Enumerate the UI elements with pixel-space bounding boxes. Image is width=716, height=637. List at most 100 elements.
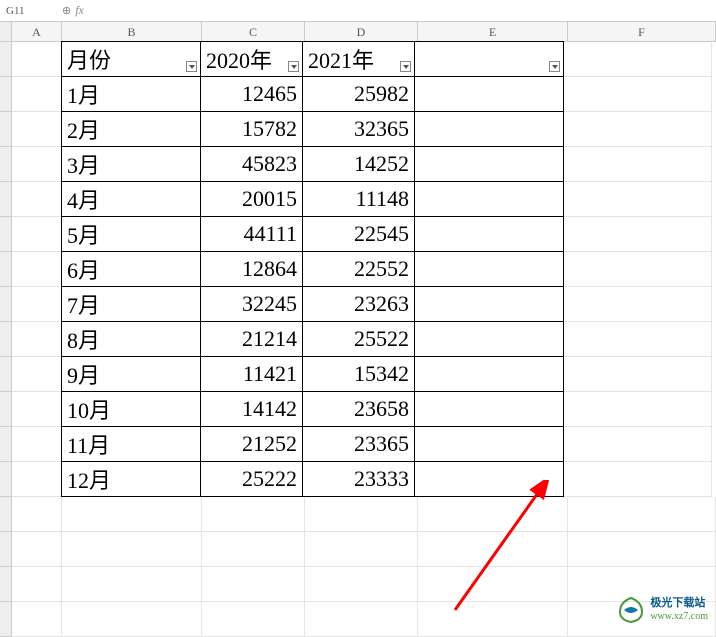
cell[interactable] <box>305 567 418 602</box>
cell-y2020[interactable]: 25222 <box>200 461 303 497</box>
cell-y2021[interactable]: 32365 <box>302 111 415 147</box>
fx-icon[interactable]: fx <box>75 3 84 18</box>
cell[interactable] <box>12 567 62 602</box>
cell[interactable] <box>12 182 62 217</box>
cell-empty[interactable] <box>414 181 564 217</box>
cell-month[interactable]: 11月 <box>61 426 201 462</box>
cell-y2020[interactable]: 11421 <box>200 356 303 392</box>
cell[interactable] <box>564 112 712 147</box>
cell[interactable] <box>62 567 202 602</box>
cell[interactable] <box>418 567 568 602</box>
cell[interactable] <box>12 462 62 497</box>
cell-y2021[interactable]: 23658 <box>302 391 415 427</box>
row-header[interactable] <box>0 427 12 462</box>
row-header[interactable] <box>0 497 12 532</box>
cell-month[interactable]: 10月 <box>61 391 201 427</box>
cell-month[interactable]: 5月 <box>61 216 201 252</box>
cell[interactable] <box>564 462 712 497</box>
row-header[interactable] <box>0 147 12 182</box>
cell[interactable] <box>62 497 202 532</box>
col-header-B[interactable]: B <box>62 22 202 42</box>
cell-month[interactable]: 1月 <box>61 76 201 112</box>
cell[interactable] <box>202 567 305 602</box>
row-header[interactable] <box>0 392 12 427</box>
cell-empty[interactable] <box>414 76 564 112</box>
cell[interactable] <box>12 427 62 462</box>
cell[interactable] <box>564 252 712 287</box>
cell[interactable] <box>12 322 62 357</box>
row-header[interactable] <box>0 112 12 147</box>
col-header-D[interactable]: D <box>305 22 418 42</box>
cell[interactable] <box>305 497 418 532</box>
cell-empty[interactable] <box>414 426 564 462</box>
cell-empty[interactable] <box>414 286 564 322</box>
cell[interactable] <box>202 497 305 532</box>
cell[interactable] <box>12 392 62 427</box>
cell-y2021[interactable]: 22545 <box>302 216 415 252</box>
cell[interactable] <box>418 497 568 532</box>
cell[interactable] <box>564 42 712 77</box>
header-month[interactable]: 月份 <box>61 41 201 77</box>
cell-y2020[interactable]: 15782 <box>200 111 303 147</box>
cell-y2021[interactable]: 11148 <box>302 181 415 217</box>
filter-dropdown-icon[interactable] <box>186 61 197 72</box>
row-header[interactable] <box>0 77 12 112</box>
cell[interactable] <box>568 497 716 532</box>
cell-y2020[interactable]: 32245 <box>200 286 303 322</box>
cell-month[interactable]: 3月 <box>61 146 201 182</box>
row-header[interactable] <box>0 252 12 287</box>
cell[interactable] <box>564 147 712 182</box>
cell-empty[interactable] <box>414 321 564 357</box>
cell[interactable] <box>564 77 712 112</box>
cell[interactable] <box>12 77 62 112</box>
cell-month[interactable]: 9月 <box>61 356 201 392</box>
cell-y2020[interactable]: 45823 <box>200 146 303 182</box>
col-header-F[interactable]: F <box>568 22 716 42</box>
cell[interactable] <box>564 287 712 322</box>
cell[interactable] <box>202 532 305 567</box>
cell-empty[interactable] <box>414 461 564 497</box>
col-header-C[interactable]: C <box>202 22 305 42</box>
cell-y2020[interactable]: 21252 <box>200 426 303 462</box>
cell-y2020[interactable]: 12465 <box>200 76 303 112</box>
cell[interactable] <box>564 217 712 252</box>
cell-empty[interactable] <box>414 251 564 287</box>
cell[interactable] <box>564 322 712 357</box>
cell[interactable] <box>12 252 62 287</box>
name-box[interactable]: G11 <box>2 5 62 17</box>
cell-empty[interactable] <box>414 391 564 427</box>
cell[interactable] <box>305 532 418 567</box>
row-header[interactable] <box>0 287 12 322</box>
cell-empty[interactable] <box>414 146 564 182</box>
filter-dropdown-icon[interactable] <box>400 61 411 72</box>
header-year2[interactable]: 2021年 <box>302 41 415 77</box>
cell[interactable] <box>12 112 62 147</box>
cell-y2020[interactable]: 14142 <box>200 391 303 427</box>
cell-month[interactable]: 7月 <box>61 286 201 322</box>
cell[interactable] <box>12 42 62 77</box>
cell-month[interactable]: 12月 <box>61 461 201 497</box>
search-icon[interactable]: ⊕ <box>62 4 71 17</box>
header-year1[interactable]: 2020年 <box>200 41 303 77</box>
cell-y2021[interactable]: 23263 <box>302 286 415 322</box>
select-all-corner[interactable] <box>0 22 12 42</box>
row-header[interactable] <box>0 217 12 252</box>
cell[interactable] <box>62 532 202 567</box>
row-header[interactable] <box>0 462 12 497</box>
cell-y2020[interactable]: 20015 <box>200 181 303 217</box>
cell-month[interactable]: 4月 <box>61 181 201 217</box>
cell-y2021[interactable]: 15342 <box>302 356 415 392</box>
cell[interactable] <box>564 182 712 217</box>
col-header-A[interactable]: A <box>12 22 62 42</box>
cell[interactable] <box>564 392 712 427</box>
cell[interactable] <box>12 147 62 182</box>
col-header-E[interactable]: E <box>418 22 568 42</box>
cell[interactable] <box>12 217 62 252</box>
cell-empty[interactable] <box>414 216 564 252</box>
row-header[interactable] <box>0 357 12 392</box>
cell[interactable] <box>12 287 62 322</box>
cell[interactable] <box>12 532 62 567</box>
row-header[interactable] <box>0 322 12 357</box>
cell-month[interactable]: 6月 <box>61 251 201 287</box>
cell-y2021[interactable]: 14252 <box>302 146 415 182</box>
